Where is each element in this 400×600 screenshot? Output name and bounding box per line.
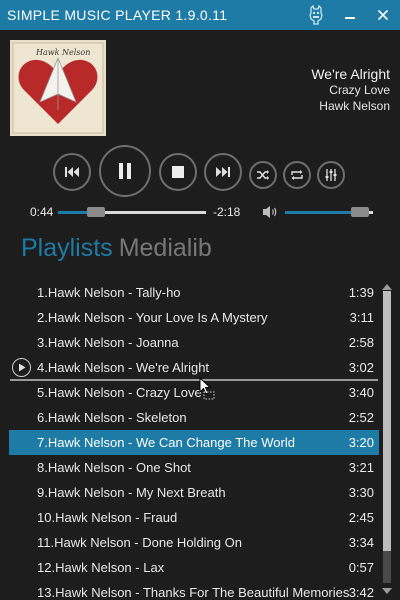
minimize-icon [345,17,355,19]
track-number: 7. [37,435,48,450]
track-album: Crazy Love [329,83,390,97]
previous-icon [65,167,79,177]
scroll-up-arrow[interactable] [381,283,393,291]
track-duration: 3:34 [348,535,374,550]
cover-text: Hawk Nelson [35,48,90,57]
repeat-icon [291,170,303,180]
track-name: Hawk Nelson - One Shot [47,460,191,475]
track-artist: Hawk Nelson [319,99,390,113]
track-number: 8. [37,460,48,475]
playlist-item[interactable]: 9. Hawk Nelson - My Next Breath 3:30 [9,480,379,505]
playlist-item[interactable]: 2. Hawk Nelson - Your Love Is A Mystery 3:… [9,305,379,330]
shuffle-button[interactable] [249,161,277,189]
track-number: 1. [37,285,48,300]
track-duration: 3:42 [348,585,374,600]
track-number: 5. [37,385,48,400]
repeat-button[interactable] [283,161,311,189]
minimize-button[interactable] [336,0,364,30]
track-number: 4. [37,360,48,375]
track-name: Hawk Nelson - Done Holding On [54,535,242,550]
playlist-item[interactable]: 11. Hawk Nelson - Done Holding On 3:34 [9,530,379,555]
playlist-item[interactable]: 8. Hawk Nelson - One Shot 3:21 [9,455,379,480]
track-duration: 3:11 [349,310,374,325]
track-number: 2. [37,310,48,325]
track-number: 12. [37,560,56,575]
album-cover: Hawk Nelson [10,40,106,136]
playlist-item[interactable]: 3. Hawk Nelson - Joanna 2:58 [9,330,379,355]
track-name: Hawk Nelson - We Can Change The World [47,435,295,450]
track-name: Hawk Nelson - Thanks For The Beautiful M… [55,585,350,600]
mascot-icon[interactable] [302,0,330,30]
progress-thumb[interactable] [87,207,105,217]
track-duration: 1:39 [348,285,374,300]
track-duration: 3:20 [348,435,374,450]
stop-icon [172,166,184,178]
tab-bar: Playlists Medialib [21,234,212,263]
window-title: SIMPLE MUSIC PLAYER 1.9.0.11 [7,7,228,23]
playlist-item[interactable]: 10. Hawk Nelson - Fraud 2:45 [9,505,379,530]
track-number: 13. [37,585,56,600]
track-name: Hawk Nelson - Your Love Is A Mystery [47,310,268,325]
track-duration: 3:02 [348,360,374,375]
shuffle-icon [257,170,269,180]
track-info: We're Alright Crazy Love Hawk Nelson [311,66,390,114]
track-number: 6. [37,410,48,425]
playlist-item[interactable]: 6. Hawk Nelson - Skeleton 2:52 [9,405,379,430]
track-number: 11. [37,535,55,550]
tab-medialib[interactable]: Medialib [119,234,212,262]
scroll-down-arrow[interactable] [381,587,393,595]
equalizer-icon [325,169,337,181]
close-icon [377,9,389,21]
remaining-time: -2:18 [213,205,241,219]
track-name: Hawk Nelson - Lax [55,560,165,575]
playlist-item[interactable]: 4. Hawk Nelson - We're Alright 3:02 [9,355,379,380]
pause-icon [119,163,131,179]
stop-button[interactable] [159,153,197,191]
title-bar: SIMPLE MUSIC PLAYER 1.9.0.11 [0,0,400,30]
playlist-item[interactable]: 13. Hawk Nelson - Thanks For The Beautifu… [9,580,379,600]
track-name: Hawk Nelson - My Next Breath [47,485,226,500]
equalizer-button[interactable] [317,161,345,189]
playlist-item[interactable]: 5. Hawk Nelson - Crazy Love 3:40 [9,380,379,405]
track-number: 10. [37,510,56,525]
volume-icon[interactable] [262,205,278,224]
tab-playlists[interactable]: Playlists [21,234,113,262]
next-icon [216,167,230,177]
track-duration: 3:21 [348,460,374,475]
track-duration: 2:58 [348,335,374,350]
track-name: Hawk Nelson - Crazy Love [47,385,202,400]
playlist-item[interactable]: 12. Hawk Nelson - Lax 0:57 [9,555,379,580]
drag-cursor-icon [199,376,217,406]
track-name: Hawk Nelson - We're Alright [47,360,210,375]
track-duration: 2:52 [348,410,374,425]
playlist-item[interactable]: 7. Hawk Nelson - We Can Change The World 3… [9,430,379,455]
track-duration: 0:57 [348,560,374,575]
track-duration: 3:30 [348,485,374,500]
close-button[interactable] [369,0,397,30]
track-duration: 2:45 [348,510,374,525]
track-title: We're Alright [311,66,390,82]
track-name: Hawk Nelson - Tally-ho [47,285,181,300]
playlist: 1. Hawk Nelson - Tally-ho 1:39 2. Hawk Nelso… [9,280,379,600]
track-number: 3. [37,335,48,350]
volume-thumb[interactable] [351,207,369,217]
track-name: Hawk Nelson - Skeleton [47,410,187,425]
pause-button[interactable] [99,145,151,197]
now-playing-icon [12,358,31,377]
track-name: Hawk Nelson - Joanna [47,335,179,350]
elapsed-time: 0:44 [30,205,54,219]
playlist-item[interactable]: 1. Hawk Nelson - Tally-ho 1:39 [9,280,379,305]
previous-button[interactable] [53,153,91,191]
track-name: Hawk Nelson - Fraud [55,510,178,525]
drag-insert-line [10,379,378,381]
next-button[interactable] [204,153,242,191]
track-number: 9. [37,485,48,500]
track-duration: 3:40 [348,385,374,400]
volume-fill [285,211,360,214]
scrollbar-thumb[interactable] [383,291,391,551]
